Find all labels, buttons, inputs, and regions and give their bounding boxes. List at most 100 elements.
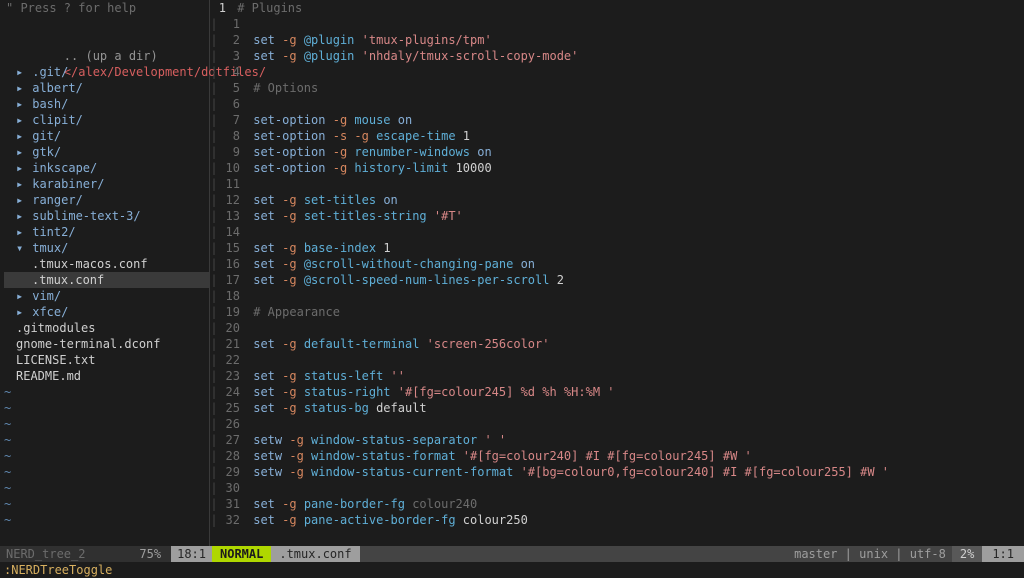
tree-file-LICENSE-txt[interactable]: LICENSE.txt — [4, 352, 209, 368]
tree-item-label: gnome-terminal.dconf — [16, 337, 161, 351]
code-content: set -g set-titles-string '#T' — [246, 208, 463, 224]
tree-dir-git-[interactable]: ▸ git/ — [4, 128, 209, 144]
fold-column: | — [210, 192, 218, 208]
fold-column: | — [210, 176, 218, 192]
fold-column: | — [210, 224, 218, 240]
code-line[interactable]: |15 set -g base-index 1 — [210, 240, 1024, 256]
code-line[interactable]: |2 set -g @plugin 'tmux-plugins/tpm' — [210, 32, 1024, 48]
fold-column: | — [210, 304, 218, 320]
code-line[interactable]: 1 # Plugins — [210, 0, 1024, 16]
tree-file--gitmodules[interactable]: .gitmodules — [4, 320, 209, 336]
statusline-nerdtree: NERD_tree_2 75% 18:1 — [0, 546, 212, 562]
statusbars: NERD_tree_2 75% 18:1 NORMAL .tmux.conf m… — [0, 546, 1024, 578]
tree-item-label: .git/ — [32, 65, 68, 79]
code-line[interactable]: |1 — [210, 16, 1024, 32]
code-content — [246, 16, 253, 32]
tree-dir-inkscape-[interactable]: ▸ inkscape/ — [4, 160, 209, 176]
code-line[interactable]: |22 — [210, 352, 1024, 368]
tree-file--tmux-macos-conf[interactable]: .tmux-macos.conf — [4, 256, 209, 272]
line-number: 17 — [218, 272, 246, 288]
code-line[interactable]: |16 set -g @scroll-without-changing-pane… — [210, 256, 1024, 272]
code-line[interactable]: |28 setw -g window-status-format '#[fg=c… — [210, 448, 1024, 464]
code-line[interactable]: |18 — [210, 288, 1024, 304]
code-content: setw -g window-status-format '#[fg=colou… — [246, 448, 752, 464]
line-number: 28 — [218, 448, 246, 464]
code-content: set -g pane-active-border-fg colour250 — [246, 512, 528, 528]
tree-file-gnome-terminal-dconf[interactable]: gnome-terminal.dconf — [4, 336, 209, 352]
code-line[interactable]: |8 set-option -s -g escape-time 1 — [210, 128, 1024, 144]
fold-column: | — [210, 256, 218, 272]
tree-item-label: tint2/ — [32, 225, 75, 239]
code-line[interactable]: |32 set -g pane-active-border-fg colour2… — [210, 512, 1024, 528]
line-number: 9 — [218, 144, 246, 160]
line-number: 29 — [218, 464, 246, 480]
code-line[interactable]: |29 setw -g window-status-current-format… — [210, 464, 1024, 480]
line-number: 22 — [218, 352, 246, 368]
code-line[interactable]: |17 set -g @scroll-speed-num-lines-per-s… — [210, 272, 1024, 288]
tree-dir-karabiner-[interactable]: ▸ karabiner/ — [4, 176, 209, 192]
tree-dir-sublime-text-3-[interactable]: ▸ sublime-text-3/ — [4, 208, 209, 224]
tree-dir-ranger-[interactable]: ▸ ranger/ — [4, 192, 209, 208]
tree-item-label: bash/ — [32, 97, 68, 111]
chevron-right-icon: ▸ — [16, 288, 25, 304]
command-line[interactable]: :NERDTreeToggle — [0, 562, 1024, 578]
tree-dir-bash-[interactable]: ▸ bash/ — [4, 96, 209, 112]
code-line[interactable]: |5 # Options — [210, 80, 1024, 96]
line-number: 14 — [218, 224, 246, 240]
editor-pane[interactable]: 1 # Plugins|1 |2 set -g @plugin 'tmux-pl… — [210, 0, 1024, 546]
fold-column: | — [210, 480, 218, 496]
code-line[interactable]: |20 — [210, 320, 1024, 336]
code-line[interactable]: |24 set -g status-right '#[fg=colour245]… — [210, 384, 1024, 400]
fold-column: | — [210, 32, 218, 48]
tree-item-label: vim/ — [32, 289, 61, 303]
fold-column: | — [210, 368, 218, 384]
code-line[interactable]: |6 — [210, 96, 1024, 112]
line-number: 8 — [218, 128, 246, 144]
code-line[interactable]: |9 set-option -g renumber-windows on — [210, 144, 1024, 160]
line-number: 20 — [218, 320, 246, 336]
code-content — [246, 224, 253, 240]
code-line[interactable]: |30 — [210, 480, 1024, 496]
tree-dir-xfce-[interactable]: ▸ xfce/ — [4, 304, 209, 320]
tree-dir-tint2-[interactable]: ▸ tint2/ — [4, 224, 209, 240]
tree-dir-gtk-[interactable]: ▸ gtk/ — [4, 144, 209, 160]
code-line[interactable]: |13 set -g set-titles-string '#T' — [210, 208, 1024, 224]
code-line[interactable]: |3 set -g @plugin 'nhdaly/tmux-scroll-co… — [210, 48, 1024, 64]
code-content: set-option -g renumber-windows on — [246, 144, 492, 160]
code-line[interactable]: |19 # Appearance — [210, 304, 1024, 320]
tree-dir-vim-[interactable]: ▸ vim/ — [4, 288, 209, 304]
code-line[interactable]: |31 set -g pane-border-fg colour240 — [210, 496, 1024, 512]
nerdtree-up-dir[interactable]: .. (up a dir) — [4, 32, 209, 48]
code-line[interactable]: |10 set-option -g history-limit 10000 — [210, 160, 1024, 176]
empty-line-tilde: ~ — [0, 512, 209, 528]
line-number: 2 — [218, 32, 246, 48]
code-content: set -g status-left '' — [246, 368, 405, 384]
code-content: # Options — [246, 80, 318, 96]
code-line[interactable]: |27 setw -g window-status-separator ' ' — [210, 432, 1024, 448]
fold-column: | — [210, 400, 218, 416]
tree-file-README-md[interactable]: README.md — [4, 368, 209, 384]
code-line[interactable]: |12 set -g set-titles on — [210, 192, 1024, 208]
code-line[interactable]: |11 — [210, 176, 1024, 192]
code-content: set -g @plugin 'nhdaly/tmux-scroll-copy-… — [246, 48, 578, 64]
nerdtree-tree: .. (up a dir) </alex/Development/dotfile… — [0, 32, 209, 384]
tree-dir-albert-[interactable]: ▸ albert/ — [4, 80, 209, 96]
tree-item-label: README.md — [16, 369, 81, 383]
nerdtree-help-hint: " Press ? for help — [0, 0, 209, 16]
code-line[interactable]: |26 — [210, 416, 1024, 432]
code-line[interactable]: |23 set -g status-left '' — [210, 368, 1024, 384]
tree-dir-tmux-[interactable]: ▾ tmux/ — [4, 240, 209, 256]
fold-column: | — [210, 496, 218, 512]
status-filename: .tmux.conf — [271, 546, 359, 562]
code-line[interactable]: |14 — [210, 224, 1024, 240]
tree-file--tmux-conf[interactable]: .tmux.conf — [4, 272, 209, 288]
code-content: set -g base-index 1 — [246, 240, 391, 256]
tree-dir-clipit-[interactable]: ▸ clipit/ — [4, 112, 209, 128]
code-line[interactable]: |21 set -g default-terminal 'screen-256c… — [210, 336, 1024, 352]
code-content: set-option -g mouse on — [246, 112, 412, 128]
code-line[interactable]: |25 set -g status-bg default — [210, 400, 1024, 416]
code-content — [246, 288, 253, 304]
code-line[interactable]: |4 — [210, 64, 1024, 80]
chevron-right-icon: ▸ — [16, 128, 25, 144]
code-line[interactable]: |7 set-option -g mouse on — [210, 112, 1024, 128]
